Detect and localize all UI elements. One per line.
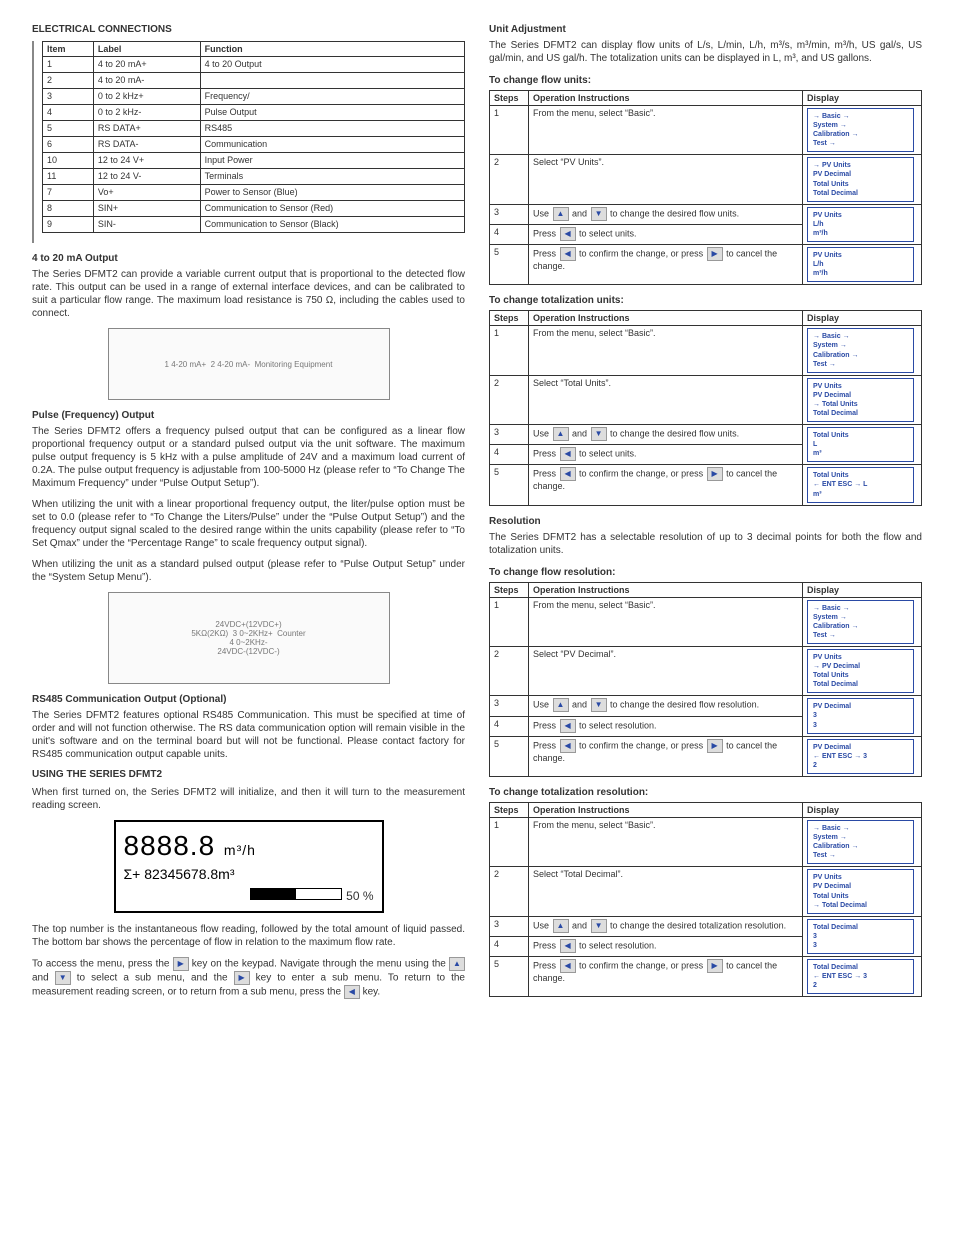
- display-box: Total Units← ENT ESC → L m³: [807, 467, 914, 502]
- display-box: Total Decimal← ENT ESC → 3 2: [807, 959, 914, 994]
- table-row: 3Use and to change the desired flow unit…: [490, 204, 922, 224]
- right-key-icon: [173, 957, 189, 971]
- display-box: Total Decimal 3 3: [807, 919, 914, 954]
- table-row: 1From the menu, select “Basic”.→ Basic →…: [490, 817, 922, 866]
- up-key-icon: [449, 957, 465, 971]
- th-function: Function: [200, 42, 464, 57]
- display-box: → PV UnitsPV DecimalTotal UnitsTotal Dec…: [807, 157, 914, 201]
- diagram-pulse: 24VDC+(12VDC+) 5KΩ(2KΩ) 3 0~2KHz+ Counte…: [108, 592, 390, 684]
- wiring-diagram: [32, 41, 34, 243]
- table-row: 2Select “PV Decimal”.PV Units→ PV Decima…: [490, 647, 922, 696]
- table-total-res: Steps Operation Instructions Display 1Fr…: [489, 802, 922, 997]
- table-row: 2Select “Total Decimal”.PV UnitsPV Decim…: [490, 867, 922, 916]
- table-row: 5Press to confirm the change, or press t…: [490, 245, 922, 285]
- table-flow-res: Steps Operation Instructions Display 1Fr…: [489, 582, 922, 777]
- down-key-icon: [591, 207, 607, 221]
- display-box: PV Units→ PV DecimalTotal UnitsTotal Dec…: [807, 649, 914, 693]
- table-row: 5Press to confirm the change, or press t…: [490, 956, 922, 996]
- sub-totalres: To change totalization resolution:: [489, 787, 922, 798]
- right-key-icon: [707, 247, 723, 261]
- down-key-icon: [591, 698, 607, 712]
- sub-totalunits: To change totalization units:: [489, 295, 922, 306]
- sub-420: 4 to 20 mA Output: [32, 253, 465, 264]
- down-key-icon: [591, 919, 607, 933]
- right-key-icon: [707, 739, 723, 753]
- up-key-icon: [553, 919, 569, 933]
- table-total-units: Steps Operation Instructions Display 1Fr…: [489, 310, 922, 505]
- sub-flowunits: To change flow units:: [489, 75, 922, 86]
- down-key-icon: [55, 971, 71, 985]
- table-row: 3Use and to change the desired flow unit…: [490, 425, 922, 445]
- table-row: 3Use and to change the desired flow reso…: [490, 696, 922, 716]
- p-unitadj: The Series DFMT2 can display flow units …: [489, 39, 922, 65]
- th-label: Label: [93, 42, 200, 57]
- sub-rs485: RS485 Communication Output (Optional): [32, 694, 465, 705]
- left-column: ELECTRICAL CONNECTIONS Item Label Functi…: [32, 24, 465, 1007]
- up-key-icon: [553, 207, 569, 221]
- section-using: USING THE SERIES DFMT2: [32, 769, 465, 780]
- elec-table: Item Label Function 14 to 20 mA+4 to 20 …: [42, 41, 465, 233]
- sub-pulse: Pulse (Frequency) Output: [32, 410, 465, 421]
- p-using-1: When first turned on, the Series DFMT2 w…: [32, 786, 465, 812]
- display-box: PV Units L/h m³/h: [807, 247, 914, 282]
- p-using-2: The top number is the instantaneous flow…: [32, 923, 465, 949]
- table-row: 2Select “PV Units”.→ PV UnitsPV DecimalT…: [490, 155, 922, 204]
- table-row: 5Press to confirm the change, or press t…: [490, 736, 922, 776]
- lcd-screen: 8888.8 m³/h Σ+ 82345678.8m³ 50 %: [114, 820, 384, 913]
- p-pulse-2: When utilizing the unit with a linear pr…: [32, 498, 465, 550]
- left-key-icon: [560, 739, 576, 753]
- display-box: PV UnitsPV Decimal→ Total UnitsTotal Dec…: [807, 378, 914, 422]
- right-key-icon: [707, 467, 723, 481]
- table-row: 1From the menu, select “Basic”.→ Basic →…: [490, 106, 922, 155]
- p-using-3: To access the menu, press the key on the…: [32, 957, 465, 999]
- display-box: PV Units L/h m³/h: [807, 207, 914, 242]
- section-electrical: ELECTRICAL CONNECTIONS: [32, 24, 465, 35]
- left-key-icon: [560, 467, 576, 481]
- p-pulse-1: The Series DFMT2 offers a frequency puls…: [32, 425, 465, 490]
- p-resolution: The Series DFMT2 has a selectable resolu…: [489, 531, 922, 557]
- sub-resolution: Resolution: [489, 516, 922, 527]
- right-column: Unit Adjustment The Series DFMT2 can dis…: [489, 24, 922, 1007]
- display-box: Total Units L m³: [807, 427, 914, 462]
- table-row: 2Select “Total Units”.PV UnitsPV Decimal…: [490, 375, 922, 424]
- table-row: 1From the menu, select “Basic”.→ Basic →…: [490, 326, 922, 375]
- left-key-icon: [560, 939, 576, 953]
- left-key-icon: [560, 227, 576, 241]
- left-key-icon: [344, 985, 360, 999]
- display-box: PV Decimal← ENT ESC → 3 2: [807, 739, 914, 774]
- p-420: The Series DFMT2 can provide a variable …: [32, 268, 465, 320]
- p-pulse-3: When utilizing the unit as a standard pu…: [32, 558, 465, 584]
- display-box: → Basic →System →Calibration →Test →: [807, 328, 914, 372]
- right-key-icon: [234, 971, 250, 985]
- display-box: → Basic →System →Calibration →Test →: [807, 108, 914, 152]
- up-key-icon: [553, 698, 569, 712]
- up-key-icon: [553, 427, 569, 441]
- th-item: Item: [43, 42, 94, 57]
- table-row: 5Press to confirm the change, or press t…: [490, 465, 922, 505]
- sub-flowres: To change flow resolution:: [489, 567, 922, 578]
- left-key-icon: [560, 247, 576, 261]
- p-rs485: The Series DFMT2 features optional RS485…: [32, 709, 465, 761]
- diagram-420: 1 4-20 mA+ 2 4-20 mA- Monitoring Equipme…: [108, 328, 390, 400]
- down-key-icon: [591, 427, 607, 441]
- table-row: 1From the menu, select “Basic”.→ Basic →…: [490, 597, 922, 646]
- display-box: PV UnitsPV DecimalTotal Units→ Total Dec…: [807, 869, 914, 913]
- display-box: → Basic →System →Calibration →Test →: [807, 600, 914, 644]
- display-box: → Basic →System →Calibration →Test →: [807, 820, 914, 864]
- left-key-icon: [560, 719, 576, 733]
- right-key-icon: [707, 959, 723, 973]
- table-flow-units: Steps Operation Instructions Display 1Fr…: [489, 90, 922, 285]
- left-key-icon: [560, 447, 576, 461]
- table-row: 3Use and to change the desired totalizat…: [490, 916, 922, 936]
- left-key-icon: [560, 959, 576, 973]
- display-box: PV Decimal 3 3: [807, 698, 914, 733]
- sub-unitadj: Unit Adjustment: [489, 24, 922, 35]
